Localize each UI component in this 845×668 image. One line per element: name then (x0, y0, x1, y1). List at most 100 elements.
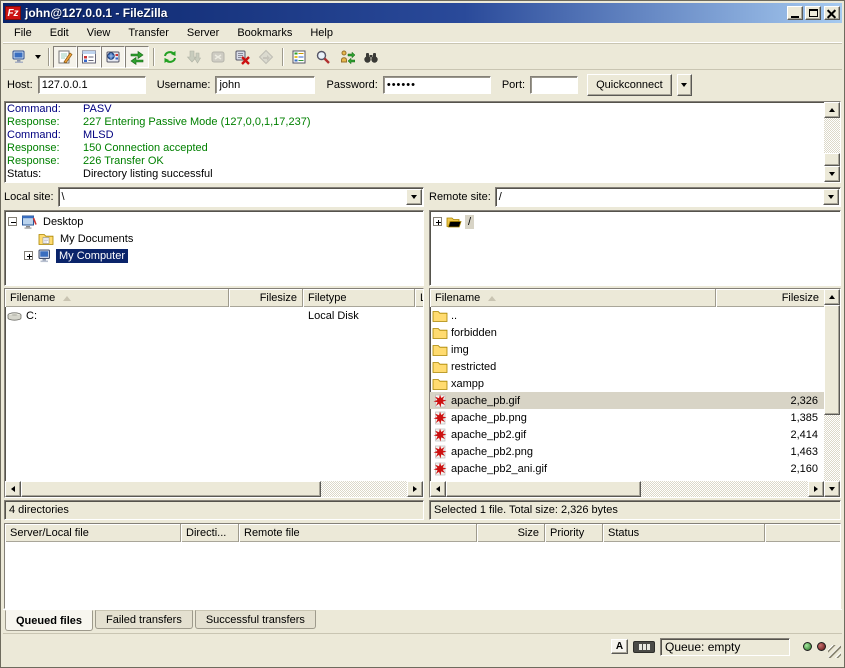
menu-edit[interactable]: Edit (41, 25, 78, 41)
menu-view[interactable]: View (78, 25, 120, 41)
column-header-last-modified[interactable]: L (415, 289, 423, 307)
local-site-bar: Local site: \ (4, 186, 424, 208)
disconnect-button[interactable] (230, 46, 254, 68)
resize-grip[interactable] (828, 645, 841, 658)
remote-file-row[interactable]: img (430, 341, 824, 358)
password-input[interactable] (383, 76, 491, 94)
toolbar-separator (153, 48, 154, 66)
tab-failed-transfers[interactable]: Failed transfers (95, 610, 193, 629)
column-header-status[interactable]: Status (603, 524, 765, 542)
scroll-up-button[interactable] (824, 289, 840, 305)
log-vertical-scrollbar[interactable] (824, 102, 840, 182)
data-type-indicator-icon[interactable]: A (611, 639, 628, 654)
port-input[interactable] (530, 76, 578, 94)
remote-file-row[interactable]: apache_pb2.png1,463 (430, 443, 824, 460)
green-led-indicator (803, 642, 812, 651)
remote-vertical-scrollbar[interactable] (824, 289, 840, 497)
scroll-right-button[interactable] (407, 481, 423, 497)
quickconnect-dropdown[interactable] (677, 74, 692, 96)
remote-file-row-selected[interactable]: apache_pb.gif2,326 (430, 392, 824, 409)
log-label: Command: (7, 103, 83, 116)
remote-horizontal-scrollbar[interactable] (430, 481, 824, 497)
remote-file-row[interactable]: apache_pb2_ani.gif2,160 (430, 460, 824, 477)
tree-item-my-computer[interactable]: My Computer (5, 247, 423, 264)
tab-successful-transfers[interactable]: Successful transfers (195, 610, 316, 629)
scrollbar-thumb[interactable] (824, 153, 840, 166)
menu-bookmarks[interactable]: Bookmarks (228, 25, 301, 41)
synchronized-browsing-button[interactable] (335, 46, 359, 68)
queue-body[interactable] (5, 542, 840, 608)
expand-icon[interactable] (24, 251, 33, 260)
expand-icon[interactable] (433, 217, 442, 226)
file-name: forbidden (451, 327, 716, 339)
process-queue-button[interactable] (182, 46, 206, 68)
username-input[interactable] (215, 76, 315, 94)
main-area: Local site: \ Desktop My Documents (4, 186, 841, 520)
remote-site-combobox[interactable]: / (495, 187, 841, 207)
column-header-direction[interactable]: Directi... (181, 524, 239, 542)
scrollbar-thumb[interactable] (446, 481, 641, 497)
cancel-operation-button[interactable] (206, 46, 230, 68)
scroll-left-button[interactable] (5, 481, 21, 497)
scroll-right-button[interactable] (808, 481, 824, 497)
minimize-button[interactable] (787, 6, 803, 20)
column-header-filesize[interactable]: Filesize (716, 289, 824, 307)
remote-file-row[interactable]: forbidden (430, 324, 824, 341)
local-horizontal-scrollbar[interactable] (5, 481, 423, 497)
refresh-button[interactable] (158, 46, 182, 68)
host-input[interactable] (38, 76, 146, 94)
tree-item-root[interactable]: / (430, 213, 840, 230)
title-bar[interactable]: Fz john@127.0.0.1 - FileZilla (3, 3, 842, 23)
remote-file-row[interactable]: apache_pb2.gif2,414 (430, 426, 824, 443)
local-site-combobox[interactable]: \ (58, 187, 424, 207)
site-manager-dropdown[interactable] (31, 46, 44, 68)
maximize-button[interactable] (805, 6, 821, 20)
column-header-remote-file[interactable]: Remote file (239, 524, 477, 542)
scrollbar-thumb[interactable] (824, 305, 840, 415)
collapse-icon[interactable] (8, 217, 17, 226)
toggle-message-log-button[interactable] (53, 46, 77, 68)
tree-item-desktop[interactable]: Desktop (5, 213, 423, 230)
menu-help[interactable]: Help (301, 25, 342, 41)
remote-file-row[interactable]: xampp (430, 375, 824, 392)
menu-server[interactable]: Server (178, 25, 228, 41)
remote-file-row[interactable]: restricted (430, 358, 824, 375)
toggle-transfer-queue-button[interactable] (125, 46, 149, 68)
file-search-button[interactable] (311, 46, 335, 68)
menu-transfer[interactable]: Transfer (119, 25, 178, 41)
local-file-row[interactable]: C: Local Disk (5, 307, 423, 324)
file-name: apache_pb2_ani.gif (451, 463, 716, 475)
column-header-filetype[interactable]: Filetype (303, 289, 415, 307)
scroll-down-button[interactable] (824, 166, 840, 182)
arrow-down-icon (829, 172, 835, 176)
folder-icon (432, 308, 448, 324)
file-name: restricted (451, 361, 716, 373)
tab-queued-files[interactable]: Queued files (5, 610, 93, 631)
quickconnect-button[interactable]: Quickconnect (587, 74, 672, 96)
scroll-left-button[interactable] (430, 481, 446, 497)
site-manager-button[interactable] (7, 46, 31, 68)
column-header-size[interactable]: Size (477, 524, 545, 542)
remote-file-row[interactable]: .. (430, 307, 824, 324)
reconnect-button[interactable] (254, 46, 278, 68)
column-header-priority[interactable]: Priority (545, 524, 603, 542)
remote-file-row[interactable]: apache_pb.png1,385 (430, 409, 824, 426)
column-header-filename[interactable]: Filename (5, 289, 229, 307)
close-button[interactable] (824, 6, 840, 20)
column-header-filename[interactable]: Filename (430, 289, 716, 307)
menu-file[interactable]: File (5, 25, 41, 41)
column-header-filesize[interactable]: Filesize (229, 289, 303, 307)
toggle-local-tree-button[interactable] (77, 46, 101, 68)
scrollbar-thumb[interactable] (21, 481, 321, 497)
column-header-server-local-file[interactable]: Server/Local file (5, 524, 181, 542)
directory-listing-filters-button[interactable] (287, 46, 311, 68)
remote-site-dropdown[interactable] (823, 189, 839, 205)
desktop-icon (21, 214, 37, 230)
tree-item-my-documents[interactable]: My Documents (5, 230, 423, 247)
local-site-dropdown[interactable] (406, 189, 422, 205)
scroll-down-button[interactable] (824, 481, 840, 497)
directory-comparison-button[interactable] (359, 46, 383, 68)
speed-limits-icon[interactable] (633, 641, 655, 653)
scroll-up-button[interactable] (824, 102, 840, 118)
toggle-remote-tree-button[interactable] (101, 46, 125, 68)
